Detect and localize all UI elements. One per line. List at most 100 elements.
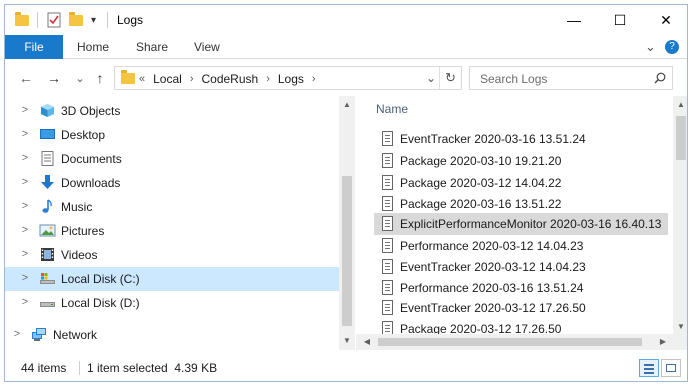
file-row[interactable]: Package 2020-03-10 19.21.20	[374, 150, 668, 172]
file-list-pane: Name EventTracker 2020-03-16 13.51.24 Pa…	[356, 96, 687, 350]
text-file-icon	[382, 175, 393, 190]
breadcrumb-local[interactable]: Local	[153, 72, 182, 86]
scroll-right-arrow-icon[interactable]: ▶	[658, 337, 668, 347]
network-icon	[32, 328, 46, 341]
nav-item-label: Local Disk (D:)	[61, 296, 140, 310]
expand-arrow[interactable]: >	[19, 248, 31, 260]
expand-arrow[interactable]: >	[11, 328, 23, 340]
separator	[79, 361, 80, 375]
scroll-thumb[interactable]	[342, 176, 352, 326]
item-count: 44 items	[21, 361, 67, 375]
breadcrumb-overflow[interactable]: «	[139, 73, 145, 85]
properties-icon[interactable]	[47, 11, 61, 29]
window-title: Logs	[117, 13, 144, 27]
file-row[interactable]: Performance 2020-03-12 14.04.23	[374, 235, 668, 257]
expand-arrow[interactable]: >	[19, 152, 31, 164]
minimize-button[interactable]: —	[551, 5, 597, 35]
column-header-name[interactable]: Name	[376, 102, 408, 116]
breadcrumb-chevron[interactable]: ›	[190, 73, 194, 85]
nav-pane-scrollbar[interactable]: ▲ ▼	[339, 96, 355, 350]
file-row[interactable]: Package 2020-03-12 14.04.22	[374, 172, 668, 194]
file-row[interactable]: Performance 2020-03-16 13.51.24	[374, 277, 668, 299]
nav-item-downloads[interactable]: > Downloads	[5, 171, 339, 195]
file-row[interactable]: EventTracker 2020-03-16 13.51.24	[374, 128, 668, 150]
text-file-icon	[382, 238, 393, 253]
breadcrumb-logs[interactable]: Logs	[278, 72, 304, 86]
nav-item-local-disk-d[interactable]: > Local Disk (D:)	[5, 291, 339, 315]
file-name: ExplicitPerformanceMonitor 2020-03-16 16…	[400, 217, 662, 231]
file-row[interactable]: EventTracker 2020-03-12 14.04.23	[374, 256, 668, 278]
file-row[interactable]: Package 2020-03-16 13.51.22	[374, 193, 668, 215]
breadcrumb-coderush[interactable]: CodeRush	[201, 72, 258, 86]
nav-item-videos[interactable]: > Videos	[5, 243, 339, 267]
nav-item-3d-objects[interactable]: > 3D Objects	[5, 99, 339, 123]
tab-share[interactable]: Share	[136, 35, 168, 59]
customize-toolbar-icon[interactable]: ▾	[91, 11, 96, 29]
ribbon-expand-icon[interactable]: ⌄	[645, 35, 656, 59]
scroll-down-arrow-icon[interactable]: ▼	[342, 336, 352, 346]
refresh-button[interactable]: ↻	[445, 70, 456, 86]
nav-item-documents[interactable]: > Documents	[5, 147, 339, 171]
scroll-down-arrow-icon[interactable]: ▼	[676, 322, 686, 332]
navigation-bar: ← → ⌄ ↑ « Local › CodeRush › Logs › ⌄ ↻ …	[5, 60, 687, 96]
expand-arrow[interactable]: >	[19, 224, 31, 236]
folder-icon	[15, 11, 29, 29]
expand-arrow[interactable]: >	[19, 200, 31, 212]
tab-home[interactable]: Home	[77, 35, 109, 59]
breadcrumb-chevron[interactable]: ›	[312, 73, 316, 85]
scroll-up-arrow-icon[interactable]: ▲	[342, 100, 352, 110]
nav-item-local-disk-c[interactable]: > Local Disk (C:)	[5, 267, 339, 291]
tab-view[interactable]: View	[194, 35, 220, 59]
nav-item-music[interactable]: > Music	[5, 195, 339, 219]
help-icon[interactable]: ?	[665, 35, 679, 59]
nav-item-label: 3D Objects	[61, 104, 121, 118]
breadcrumb-chevron[interactable]: ›	[266, 73, 270, 85]
up-button[interactable]: ↑	[91, 69, 109, 87]
expand-arrow[interactable]: >	[19, 104, 31, 116]
expand-arrow[interactable]: >	[19, 296, 31, 308]
file-list-horizontal-scrollbar[interactable]: ◀ ▶	[356, 334, 673, 350]
file-name: EventTracker 2020-03-12 14.04.23	[400, 260, 586, 274]
file-name: EventTracker 2020-03-16 13.51.24	[400, 132, 586, 146]
file-row[interactable]: EventTracker 2020-03-12 17.26.50	[374, 297, 668, 319]
status-bar: 44 items 1 item selected 4.39 KB	[5, 355, 687, 381]
search-icon[interactable]	[654, 72, 666, 84]
file-row[interactable]: Package 2020-03-12 17.26.50	[374, 318, 668, 334]
search-input[interactable]: Search Logs	[480, 72, 547, 86]
scroll-thumb[interactable]	[676, 116, 686, 160]
file-name: Package 2020-03-16 13.51.22	[400, 197, 562, 211]
scroll-left-arrow-icon[interactable]: ◀	[362, 337, 372, 347]
address-dropdown-button[interactable]: ⌄	[426, 71, 436, 85]
scroll-thumb[interactable]	[378, 338, 642, 346]
address-bar[interactable]: « Local › CodeRush › Logs › ⌄ ↻	[114, 66, 462, 90]
nav-item-pictures[interactable]: > Pictures	[5, 219, 339, 243]
nav-item-desktop[interactable]: > Desktop	[5, 123, 339, 147]
nav-item-network[interactable]: > Network	[5, 323, 331, 347]
file-list-vertical-scrollbar[interactable]: ▲ ▼	[673, 96, 687, 350]
search-box[interactable]: Search Logs	[469, 66, 673, 90]
text-file-icon	[382, 300, 393, 315]
text-file-icon	[382, 153, 393, 168]
scroll-up-arrow-icon[interactable]: ▲	[676, 100, 686, 110]
forward-button[interactable]: →	[45, 69, 63, 87]
maximize-button[interactable]: ☐	[597, 5, 643, 35]
text-file-icon	[382, 321, 393, 334]
recent-locations-button[interactable]: ⌄	[71, 69, 89, 87]
expand-arrow[interactable]: >	[19, 128, 31, 140]
file-name: Package 2020-03-10 19.21.20	[400, 154, 562, 168]
tab-file[interactable]: File	[5, 35, 63, 59]
expand-arrow[interactable]: >	[19, 272, 31, 284]
separator	[37, 11, 38, 29]
nav-item-label: Pictures	[61, 224, 105, 238]
pictures-icon	[39, 224, 56, 237]
new-folder-icon[interactable]	[69, 11, 83, 29]
nav-item-label: Documents	[61, 152, 122, 166]
file-row-selected[interactable]: ExplicitPerformanceMonitor 2020-03-16 16…	[374, 213, 668, 235]
file-explorer-window: ▾ Logs — ☐ ✕ File Home Share View ⌄ ? ← …	[4, 4, 688, 382]
close-button[interactable]: ✕	[643, 5, 687, 35]
back-button[interactable]: ←	[17, 69, 35, 87]
music-icon	[42, 199, 52, 213]
expand-arrow[interactable]: >	[19, 176, 31, 188]
details-view-button[interactable]	[639, 359, 659, 377]
large-icons-view-button[interactable]	[661, 359, 681, 377]
